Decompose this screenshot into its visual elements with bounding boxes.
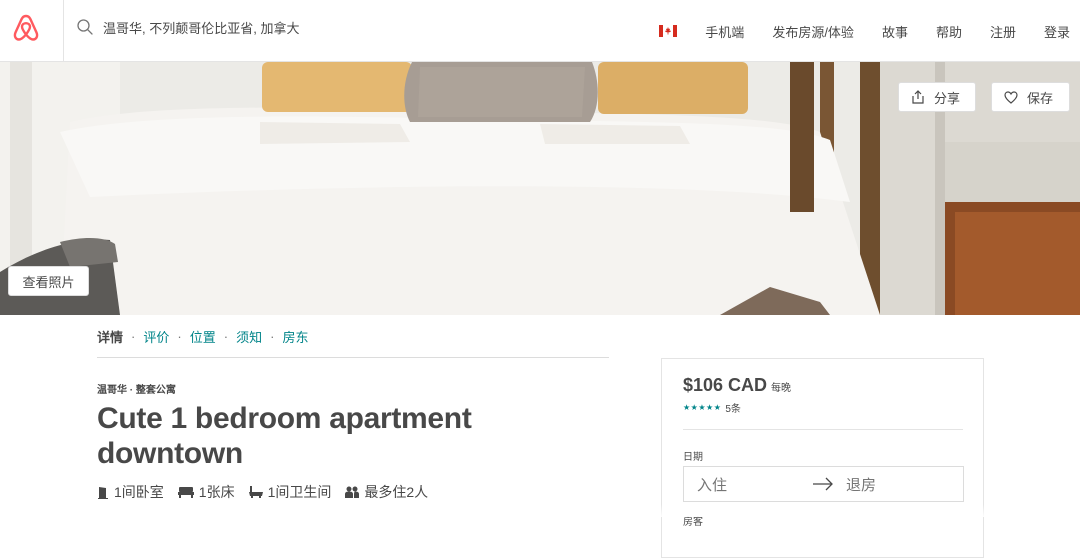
fact-bathrooms: 1间卫生间 bbox=[248, 482, 331, 502]
view-photos-button[interactable]: 查看照片 bbox=[8, 266, 89, 296]
listing-facts: 1间卧室 1张床 1间卫生间 最多住2人 bbox=[97, 482, 442, 502]
rating-summary[interactable]: ★★★★★ 5条 bbox=[683, 400, 741, 415]
subnav-separator: · bbox=[131, 329, 136, 344]
subnav-separator: · bbox=[223, 329, 229, 344]
save-button[interactable]: 保存 bbox=[991, 82, 1070, 112]
logo-divider bbox=[63, 0, 64, 62]
subnav-location[interactable]: 位置 bbox=[190, 327, 216, 346]
nav-help[interactable]: 帮助 bbox=[936, 22, 962, 41]
share-button[interactable]: 分享 bbox=[898, 82, 976, 112]
nav-login[interactable]: 登录 bbox=[1044, 22, 1070, 41]
share-icon bbox=[912, 90, 924, 104]
save-label: 保存 bbox=[1027, 90, 1054, 106]
date-range-picker: 入住 退房 bbox=[683, 466, 964, 502]
checkin-field[interactable]: 入住 bbox=[697, 474, 727, 495]
subnav-details[interactable]: 详情 bbox=[97, 327, 123, 346]
subnav-separator: · bbox=[270, 329, 275, 344]
booking-card: $106 CAD 每晚 ★★★★★ 5条 日期 入住 退房 房客 bbox=[661, 358, 984, 558]
fact-guests: 最多住2人 bbox=[345, 482, 428, 502]
listing-kicker: 温哥华 · 整套公寓 bbox=[97, 385, 176, 396]
listing-subnav: 详情 · 评价 · 位置 · 须知 · 房东 bbox=[97, 327, 308, 346]
bottom-fade bbox=[0, 504, 1080, 517]
subnav-host[interactable]: 房东 bbox=[282, 327, 308, 346]
nav-mobile[interactable]: 手机端 bbox=[705, 22, 744, 41]
guests-icon bbox=[345, 486, 360, 498]
price-unit: 每晚 bbox=[771, 383, 792, 394]
nav-stories[interactable]: 故事 bbox=[882, 22, 908, 41]
view-photos-label: 查看照片 bbox=[22, 274, 75, 290]
fact-bedrooms: 1间卧室 bbox=[97, 482, 164, 502]
fact-beds: 1张床 bbox=[177, 482, 235, 502]
listing-title: Cute 1 bedroom apartment downtown bbox=[97, 402, 472, 470]
subnav-reviews[interactable]: 评价 bbox=[143, 327, 169, 346]
subnav-rules[interactable]: 须知 bbox=[236, 327, 262, 346]
airbnb-logo-icon[interactable] bbox=[12, 13, 40, 43]
subnav-separator: · bbox=[177, 329, 182, 344]
review-count: 5条 bbox=[725, 404, 741, 415]
price-row: $106 CAD 每晚 bbox=[683, 375, 791, 396]
heart-icon bbox=[1004, 90, 1018, 104]
search-input[interactable] bbox=[103, 16, 503, 38]
star-rating-icon: ★★★★★ bbox=[683, 403, 722, 412]
arrow-right-icon bbox=[813, 477, 833, 491]
hero-photo[interactable]: 分享 保存 查看照片 bbox=[0, 62, 1080, 315]
dates-label: 日期 bbox=[683, 452, 703, 463]
section-divider bbox=[97, 357, 609, 358]
door-icon bbox=[98, 486, 108, 499]
search-icon bbox=[76, 18, 94, 36]
card-divider bbox=[683, 429, 963, 430]
nav-host[interactable]: 发布房源/体验 bbox=[772, 22, 854, 41]
nav-signup[interactable]: 注册 bbox=[990, 22, 1016, 41]
nightly-price: $106 CAD bbox=[683, 375, 768, 395]
top-header: 手机端 发布房源/体验 故事 帮助 注册 登录 bbox=[0, 0, 1080, 62]
checkout-field[interactable]: 退房 bbox=[846, 474, 876, 495]
share-label: 分享 bbox=[934, 90, 961, 106]
bed-icon bbox=[177, 487, 194, 498]
bathtub-icon bbox=[248, 486, 263, 498]
canada-flag-icon[interactable] bbox=[659, 25, 678, 37]
top-nav: 手机端 发布房源/体验 故事 帮助 注册 登录 bbox=[659, 0, 1070, 62]
